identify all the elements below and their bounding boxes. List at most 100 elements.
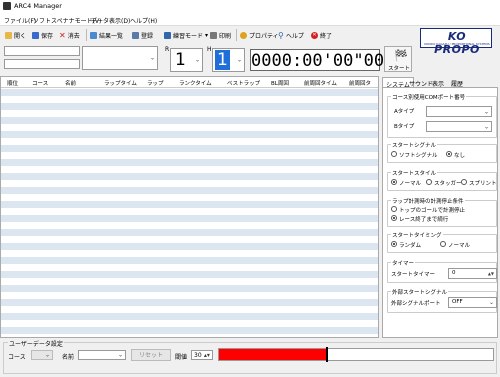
practice-icon [164,32,171,39]
delete-button[interactable]: ✕ 消去 [59,30,80,41]
b-type-port-combo[interactable]: ⌄ [426,121,492,132]
threshold-spinner[interactable]: 30 ▲▼ [191,350,213,360]
table-row[interactable] [1,327,378,334]
table-row[interactable] [1,299,378,306]
help-icon: ⚲ [278,31,284,40]
reset-button[interactable]: リセット [131,349,171,361]
table-row[interactable] [1,313,378,320]
table-row[interactable] [1,229,378,236]
signal-level-meter [218,347,494,362]
table-row[interactable] [1,278,378,285]
flag-icon: 🏁 [394,49,408,62]
column-header[interactable]: ラップタイム [104,79,137,87]
column-header[interactable]: ベストラップ [227,79,260,87]
chevron-down-icon: ⌄ [149,54,155,62]
column-header[interactable]: 名前 [65,79,76,87]
table-row[interactable] [1,96,378,103]
column-header[interactable]: BL周回 [271,79,289,87]
course-field-top[interactable] [4,46,80,56]
table-row[interactable] [1,194,378,201]
table-row[interactable] [1,110,378,117]
practice-mode-button[interactable]: 練習モード ▾ [164,30,208,41]
software-signal-radio[interactable] [391,151,397,157]
continue-race-radio[interactable] [391,215,397,221]
timing-random-radio[interactable] [391,241,397,247]
app-icon [3,2,11,10]
table-row[interactable] [1,236,378,243]
menu-file[interactable]: ファイル(F) [4,16,36,25]
toolbar-divider [236,29,237,41]
column-header[interactable]: ラップ [147,79,164,87]
start-button[interactable]: 🏁 スタート [384,46,412,72]
table-row[interactable] [1,131,378,138]
table-row[interactable] [1,292,378,299]
table-row[interactable] [1,152,378,159]
table-row[interactable] [1,159,378,166]
ko-propo-logo: KO PROPO KONDO KAGAKU / PROPORTIONAL SYS… [420,28,492,56]
table-row[interactable] [1,173,378,180]
style-stagger-radio[interactable] [426,179,432,185]
table-row[interactable] [1,145,378,152]
register-icon [132,32,139,39]
table-row[interactable] [1,285,378,292]
column-header[interactable]: 順位 [7,79,18,87]
top-goal-stop-radio[interactable] [391,206,397,212]
course-combo[interactable]: ⌄ [31,350,53,360]
exit-button[interactable]: ✕ 終了 [311,30,332,41]
a-type-port-combo[interactable]: ⌄ [426,106,492,117]
table-row[interactable] [1,180,378,187]
table-row[interactable] [1,306,378,313]
no-signal-radio[interactable] [446,151,452,157]
table-row[interactable] [1,222,378,229]
table-row[interactable] [1,250,378,257]
name-combo[interactable]: ⌄ [78,350,126,360]
toolbar: 開く 保存 ✕ 消去 結果一覧 登録 練習モード ▾ 印刷 プロパティ ⚲ ヘル… [0,27,370,43]
table-row[interactable] [1,103,378,110]
table-row[interactable] [1,187,378,194]
mode-combo[interactable]: ⌄ [82,46,158,70]
course-field-bottom[interactable] [4,59,80,69]
style-normal-radio[interactable] [391,179,397,185]
chevron-down-icon: ⌄ [117,351,123,359]
results-button[interactable]: 結果一覧 [90,30,123,41]
open-button[interactable]: 開く [5,30,26,41]
r-label: R [165,46,170,53]
table-row[interactable] [1,201,378,208]
table-row[interactable] [1,89,378,96]
register-button[interactable]: 登録 [132,30,153,41]
table-row[interactable] [1,264,378,271]
chevron-down-icon: ⌄ [194,56,200,64]
table-row[interactable] [1,320,378,327]
h-selector[interactable]: 1 ⌄ [212,48,245,72]
column-header[interactable]: コース [32,79,48,87]
style-sprint-radio[interactable] [461,179,467,185]
column-header[interactable]: 前周回タイム [304,79,337,87]
print-button[interactable]: 印刷 [210,30,231,41]
threshold-marker[interactable] [326,347,328,362]
menu-data-view[interactable]: データ表示(D) [91,16,130,25]
property-button[interactable]: プロパティ [240,30,279,41]
column-header[interactable]: 前周回タ [349,79,371,87]
table-row[interactable] [1,138,378,145]
r-selector[interactable]: 1 ⌄ [170,48,203,72]
table-row[interactable] [1,257,378,264]
start-timer-spinner[interactable]: 0 ▲▼ [448,268,497,279]
property-icon [240,32,247,39]
help-button[interactable]: ⚲ ヘルプ [278,30,304,41]
table-row[interactable] [1,124,378,131]
table-row[interactable] [1,166,378,173]
external-port-combo[interactable]: OFF ⌄ [448,297,497,308]
table-row[interactable] [1,215,378,222]
menu-help[interactable]: ヘルプ(H) [130,16,157,25]
timing-normal-radio[interactable] [440,241,446,247]
threshold-label: 閾値 [175,354,188,361]
start-style-group: スタートスタイル ノーマル スタッガー スプリント [387,169,497,191]
spinner-arrows-icon: ▲▼ [487,270,494,276]
column-header[interactable]: ランクタイム [179,79,212,87]
table-row[interactable] [1,117,378,124]
table-row[interactable] [1,271,378,278]
table-row[interactable] [1,208,378,215]
table-row[interactable] [1,243,378,250]
save-button[interactable]: 保存 [32,30,53,41]
start-timing-group: スタートタイミング ランダム ノーマル [387,231,497,253]
